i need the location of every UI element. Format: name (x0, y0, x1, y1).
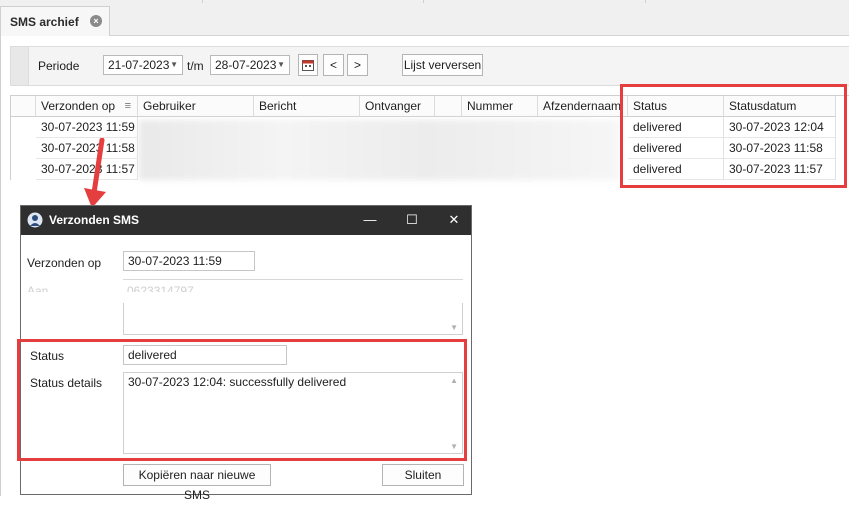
column-header-bericht[interactable]: Bericht (254, 96, 360, 117)
periode-label: Periode (38, 59, 80, 73)
calendar-icon (302, 60, 314, 71)
verzonden-field[interactable]: 30-07-2023 11:59 (123, 251, 255, 271)
chevron-down-icon[interactable]: ▼ (277, 56, 285, 74)
minimize-icon[interactable]: — (358, 211, 382, 229)
column-header-verzonden[interactable]: Verzonden op ≡ (36, 96, 138, 117)
tab-strip (0, 0, 849, 36)
chevron-down-icon[interactable]: ▼ (170, 56, 178, 74)
date-from-select[interactable]: 21-07-2023 ▼ (103, 55, 183, 75)
column-header-spacer (435, 96, 462, 117)
tab-strip-divider (423, 0, 424, 3)
dialog-title: Verzonden SMS (49, 213, 140, 227)
aan-field-border (123, 279, 463, 280)
page-border (0, 36, 1, 496)
dialog-titlebar[interactable]: Verzonden SMS — ☐ ✕ (21, 206, 471, 235)
filter-icon[interactable]: ≡ (125, 96, 131, 116)
refresh-list-button[interactable]: Lijst verversen (402, 54, 483, 76)
date-to-value: 28-07-2023 (215, 58, 277, 72)
tab-strip-divider (645, 0, 646, 3)
row-indicator-header (11, 96, 36, 117)
previous-period-button[interactable]: < (323, 54, 344, 76)
redacted-area (139, 120, 619, 180)
column-header-gebruiker[interactable]: Gebruiker (138, 96, 254, 117)
filter-toolbar: Periode 21-07-2023 ▼ t/m 28-07-2023 ▼ < … (10, 46, 849, 86)
tab-strip-divider (202, 0, 203, 3)
tab-sms-archief[interactable]: SMS archief × (0, 6, 110, 36)
toolbar-grip[interactable] (11, 47, 29, 85)
date-from-value: 21-07-2023 (108, 58, 170, 72)
message-memo[interactable]: ▼ (123, 303, 463, 335)
app-icon (27, 212, 43, 228)
cell-verzonden[interactable]: 30-07-2023 11:59 (36, 117, 138, 138)
column-header-nummer[interactable]: Nummer (462, 96, 538, 117)
close-icon[interactable]: ✕ (442, 211, 466, 229)
close-tab-icon[interactable]: × (90, 15, 102, 27)
copy-to-new-sms-button[interactable]: Kopiëren naar nieuwe SMS (123, 464, 271, 502)
date-to-select[interactable]: 28-07-2023 ▼ (210, 55, 290, 75)
maximize-icon[interactable]: ☐ (400, 211, 424, 229)
verzonden-label: Verzonden op (27, 256, 102, 270)
calendar-button[interactable] (298, 54, 318, 76)
scroll-down-icon[interactable]: ▼ (450, 323, 458, 332)
close-button[interactable]: Sluiten (382, 464, 464, 486)
column-header-ontvanger[interactable]: Ontvanger (360, 96, 435, 117)
tm-label: t/m (187, 59, 204, 73)
aan-value: 0623314797 (127, 284, 194, 292)
aan-label: Aan (27, 284, 49, 292)
highlight-box (620, 84, 847, 188)
tab-title: SMS archief (10, 14, 79, 29)
arrow-icon (84, 138, 106, 208)
highlight-box (17, 339, 467, 461)
column-header-afzendernaam[interactable]: Afzendernaam (538, 96, 628, 117)
next-period-button[interactable]: > (347, 54, 368, 76)
